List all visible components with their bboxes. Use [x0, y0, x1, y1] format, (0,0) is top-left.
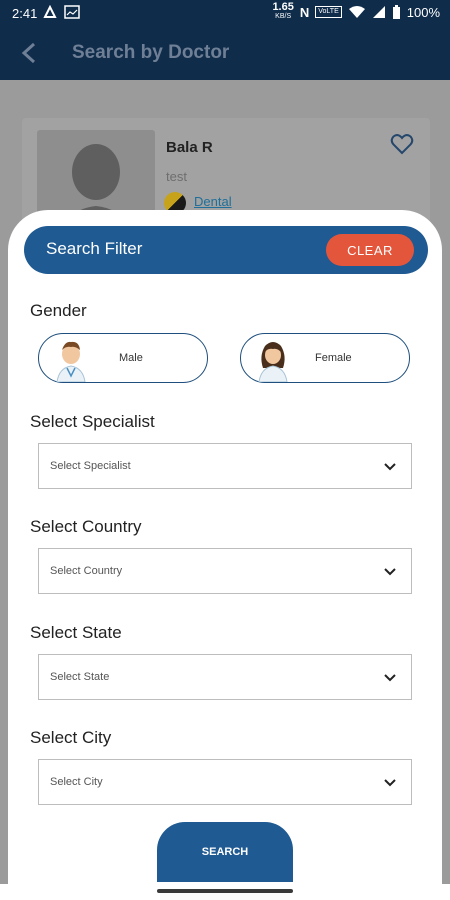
country-select[interactable]: Select Country	[38, 548, 412, 594]
net-speed: 1.65 KB/S	[272, 1, 294, 21]
doctor-name: Bala R	[166, 139, 213, 156]
gender-label-female: Female	[315, 352, 352, 364]
back-button[interactable]	[14, 38, 44, 68]
app-bar: Search by Doctor	[0, 26, 450, 80]
favorite-heart-icon[interactable]	[390, 132, 414, 156]
city-select-value: Select City	[50, 776, 103, 788]
specialist-select-value: Select Specialist	[50, 460, 131, 472]
status-time: 2:41	[12, 6, 38, 21]
page-title: Search by Doctor	[72, 42, 230, 63]
city-label: Select City	[30, 728, 112, 747]
nfc-badge: N	[299, 4, 310, 20]
app-notification-icon	[43, 5, 57, 18]
screen: 2:41 1.65 KB/S N VoLTE 100% Search by Do…	[0, 0, 450, 900]
specialist-label: Select Specialist	[30, 412, 155, 431]
filter-header: Search Filter CLEAR	[24, 226, 428, 274]
state-select[interactable]: Select State	[38, 654, 412, 700]
male-doctor-icon	[56, 341, 86, 382]
clear-button[interactable]: CLEAR	[326, 234, 414, 266]
wifi-icon	[348, 6, 365, 18]
gender-option-female[interactable]: Female	[240, 333, 410, 383]
status-right: 1.65 KB/S N VoLTE 100%	[272, 1, 440, 21]
country-select-value: Select Country	[50, 565, 123, 577]
filter-title: Search Filter	[46, 239, 143, 258]
signal-icon	[372, 6, 385, 18]
state-label: Select State	[30, 623, 122, 642]
gender-option-male[interactable]: Male	[38, 333, 208, 383]
volte-badge: VoLTE	[315, 6, 342, 18]
female-doctor-icon	[258, 342, 288, 382]
back-arrow-icon	[21, 42, 36, 64]
battery-icon	[392, 4, 400, 19]
image-notification-icon	[64, 5, 80, 19]
net-speed-unit: KB/S	[275, 13, 292, 20]
state-select-value: Select State	[50, 671, 110, 683]
net-speed-value: 1.65	[272, 1, 294, 13]
doctor-subtitle: test	[166, 169, 187, 184]
battery-percent: 100%	[406, 4, 440, 20]
filter-sheet: Search Filter CLEAR Gender Male Female S…	[8, 210, 442, 890]
status-bar: 2:41 1.65 KB/S N VoLTE 100%	[0, 0, 450, 26]
chevron-down-icon	[384, 568, 396, 576]
gender-label-male: Male	[119, 352, 143, 364]
search-button[interactable]: SEARCH	[157, 822, 293, 882]
status-left-icons	[42, 5, 80, 19]
gesture-nav-handle[interactable]	[157, 889, 293, 893]
chevron-down-icon	[384, 463, 396, 471]
city-select[interactable]: Select City	[38, 759, 412, 805]
chevron-down-icon	[384, 674, 396, 682]
country-label: Select Country	[30, 517, 142, 536]
gender-label: Gender	[30, 301, 87, 320]
chevron-down-icon	[384, 779, 396, 787]
specialist-select[interactable]: Select Specialist	[38, 443, 412, 489]
doctor-department-link[interactable]: Dental	[194, 194, 232, 209]
